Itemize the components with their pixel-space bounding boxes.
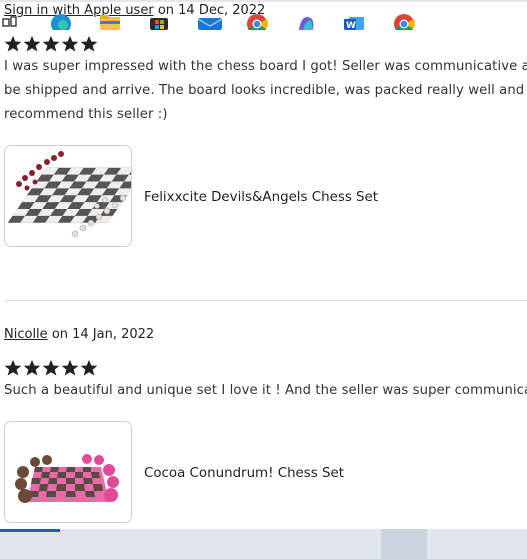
review-text-line: be shipped and arrive. The board looks i… [4,83,527,98]
review-meta: Nicolle on 14 Jan, 2022 [4,327,154,342]
star-icon [4,35,22,52]
star-icon [61,359,79,376]
microsoft-store-icon[interactable] [148,11,170,30]
edge-icon[interactable] [50,11,72,30]
svg-text:W: W [346,21,356,30]
copilot-icon[interactable] [295,11,317,30]
review-text: Such a beautiful and unique set I love i… [4,379,527,403]
star-icon [61,35,79,52]
review-text-line: Such a beautiful and unique set I love i… [4,383,527,398]
review-text-line: I was super impressed with the chess boa… [4,59,527,74]
word-icon[interactable]: W [343,11,365,30]
product-thumbnail[interactable] [4,421,132,523]
review-meta: Sign in with Apple user on 14 Dec, 2022 [4,3,265,18]
product-thumbnail[interactable] [4,145,132,247]
chrome-active-icon[interactable] [393,11,415,30]
reviewer-link[interactable]: Nicolle [4,327,48,342]
star-icon [23,35,41,52]
review-date: on 14 Jan, 2022 [51,327,155,342]
chessboard-image [5,146,131,246]
mail-icon[interactable] [197,11,223,30]
taskbar-accent [0,529,60,532]
review-divider [4,300,527,301]
taskbar-active-highlight [381,529,427,559]
task-view-icon[interactable] [2,11,18,30]
star-icon [80,359,98,376]
star-rating [4,35,98,55]
taskbar [0,529,527,559]
star-icon [42,35,60,52]
file-explorer-icon[interactable] [99,11,121,30]
star-icon [42,359,60,376]
product-name[interactable]: Felixxcite Devils&Angels Chess Set [144,190,378,205]
review-text: I was super impressed with the chess boa… [4,55,527,127]
product-name[interactable]: Cocoa Conundrum! Chess Set [144,466,344,481]
star-icon [4,359,22,376]
review-text-line: recommend this seller :) [4,107,168,122]
top-edge [0,0,527,2]
star-icon [23,359,41,376]
star-icon [80,35,98,52]
chessboard-image [5,422,131,522]
star-rating [4,359,98,379]
chrome-icon[interactable] [246,11,268,30]
reviewer-link[interactable]: Sign in with Apple user [4,3,154,18]
